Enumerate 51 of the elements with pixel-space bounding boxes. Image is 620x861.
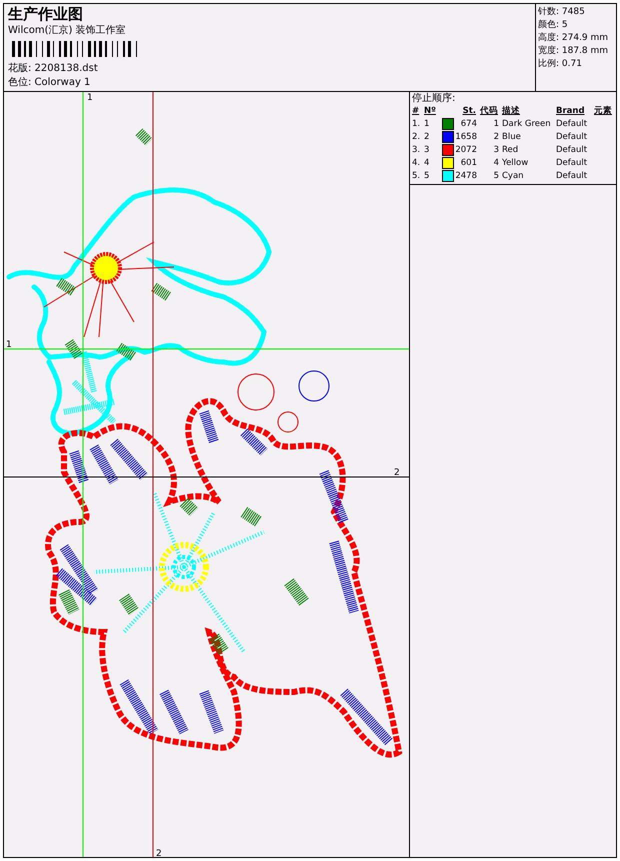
company-name: Wilcom(汇京) 装饰工作室 (8, 25, 127, 37)
table-cell-text: 601 (460, 157, 478, 169)
table-cell-text: Default (556, 170, 588, 182)
column-header: 代码 (480, 105, 499, 117)
guide-label: 1 (87, 93, 93, 103)
table-cell-text: 1 (424, 118, 430, 130)
table-cell-text: 2. (412, 131, 422, 143)
table-cell-text: Yellow (502, 157, 530, 169)
stat-text: 颜色: 5 (538, 19, 569, 31)
table-cell-text: 2 (424, 131, 430, 143)
table-cell-text: 1. (412, 118, 422, 130)
table-cell-text: 2 (492, 131, 500, 143)
table-cell-text: 3. (412, 144, 422, 156)
guide-label: 2 (394, 468, 400, 478)
colorway-label: 色位: Colorway 1 (8, 77, 92, 89)
column-header: St. (462, 105, 477, 117)
table-cell-text: Dark Green (502, 118, 552, 130)
table-cell-text: Default (556, 157, 588, 169)
column-header: # (412, 105, 420, 117)
table-cell-text: 674 (460, 118, 478, 130)
table-cell-text: 5 (492, 170, 500, 182)
table-cell-text: 4 (492, 157, 500, 169)
stat-text: 高度: 274.9 mm (538, 32, 610, 44)
guide-label: 1 (6, 340, 12, 350)
table-cell-text: 4. (412, 157, 422, 169)
table-cell-text: 3 (492, 144, 500, 156)
table-cell-text: Cyan (502, 170, 525, 182)
table-cell-text: 1658 (455, 131, 478, 143)
stat-text: 宽度: 187.8 mm (538, 45, 610, 57)
table-title: 停止顺序: (412, 93, 456, 105)
stat-text: 针数: 7485 (538, 6, 586, 18)
table-cell-text: Blue (502, 131, 522, 143)
column-header: Brand (556, 105, 586, 117)
stat-text: 比例: 0.71 (538, 58, 583, 70)
table-cell-text: Red (502, 144, 520, 156)
table-cell-text: 2478 (455, 170, 478, 182)
table-cell-text: 5 (424, 170, 430, 182)
table-cell-text: 3 (424, 144, 430, 156)
table-cell-text: 4 (424, 157, 430, 169)
table-cell-text: 5. (412, 170, 422, 182)
design-file: 花版: 2208138.dst (8, 63, 99, 75)
column-header: Nº (424, 105, 437, 117)
table-cell-text: Default (556, 118, 588, 130)
guide-label: 2 (156, 849, 162, 857)
column-header: 描述 (502, 105, 521, 117)
table-cell-text: Default (556, 131, 588, 143)
table-cell-text: 2072 (455, 144, 478, 156)
table-cell-text: 1 (492, 118, 500, 130)
sheet-title: 生产作业图 (8, 6, 84, 23)
column-header: 元素 (594, 105, 613, 117)
table-cell-text: Default (556, 144, 588, 156)
